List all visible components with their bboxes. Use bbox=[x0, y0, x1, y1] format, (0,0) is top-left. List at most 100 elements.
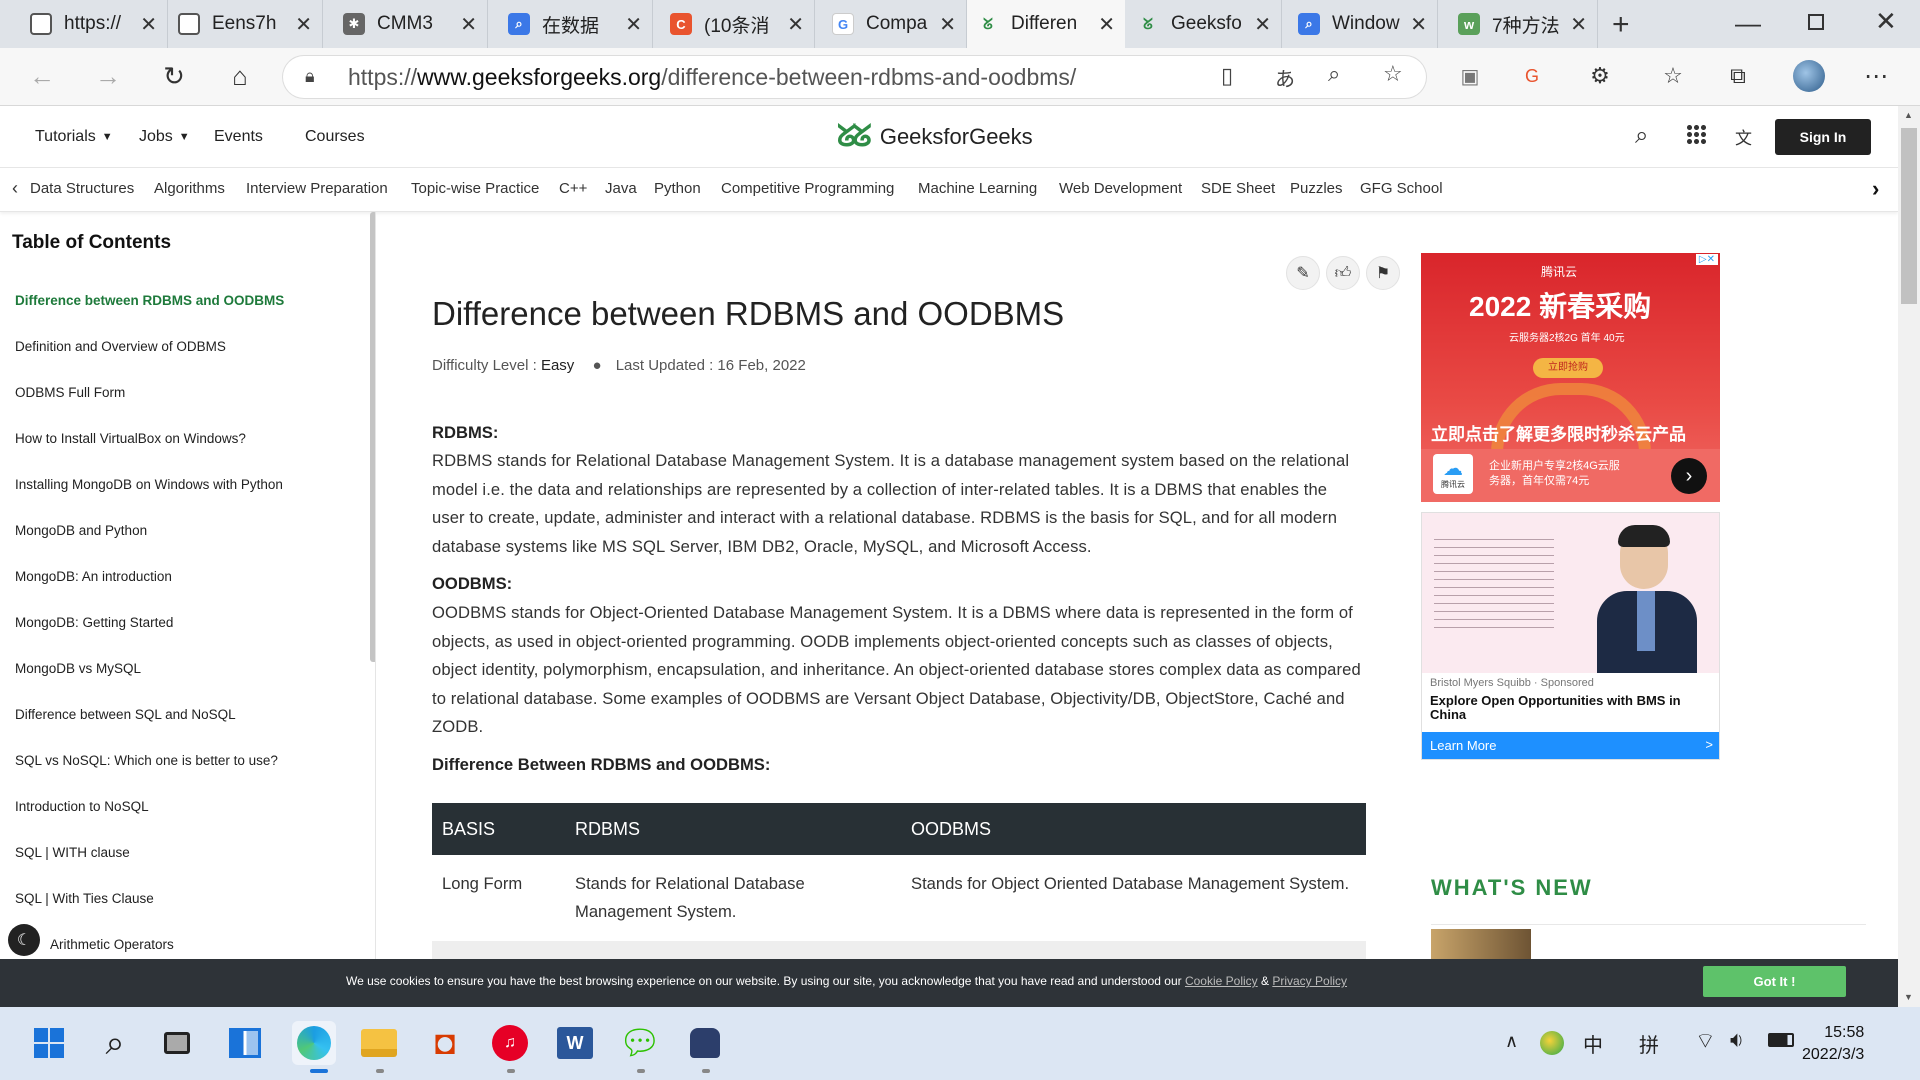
toc-item[interactable]: MongoDB and Python bbox=[15, 523, 147, 538]
system-clock[interactable]: 15:58 2022/3/3 bbox=[1802, 1022, 1864, 1066]
browser-tab[interactable]: w 7种方法 ✕ bbox=[1448, 0, 1598, 48]
close-tab-icon[interactable]: ✕ bbox=[939, 12, 956, 37]
browser-tab[interactable]: ⌕ 在数据 ✕ bbox=[498, 0, 653, 48]
category-link[interactable]: Machine Learning bbox=[918, 180, 1037, 197]
new-tab-icon[interactable]: + bbox=[1612, 8, 1630, 42]
edge-browser-icon[interactable] bbox=[292, 1021, 336, 1065]
translate-icon[interactable]: あ bbox=[1275, 63, 1295, 92]
volume-icon[interactable]: 🔉︎ bbox=[1730, 1027, 1744, 1053]
toc-item[interactable]: Introduction to NoSQL bbox=[15, 799, 149, 814]
menu-tutorials[interactable]: Tutorials ▼ bbox=[35, 128, 113, 146]
search-icon[interactable]: ⌕ bbox=[1635, 122, 1648, 150]
word-icon[interactable]: W bbox=[553, 1021, 597, 1065]
ad-learn-more-button[interactable]: Learn More > bbox=[1422, 732, 1719, 759]
zoom-icon[interactable]: ⌕ bbox=[1328, 61, 1340, 87]
ad-info-icon[interactable]: ▷✕ bbox=[1695, 254, 1718, 265]
browser-tab[interactable]: ⌕ Window ✕ bbox=[1288, 0, 1438, 48]
chevron-left-icon[interactable]: ‹ bbox=[12, 178, 18, 199]
category-link[interactable]: Interview Preparation bbox=[246, 180, 388, 197]
reload-icon[interactable]: ↻ bbox=[154, 56, 194, 96]
file-explorer-icon[interactable] bbox=[357, 1021, 401, 1065]
favorites-icon[interactable]: ☆ bbox=[1653, 56, 1693, 96]
home-icon[interactable]: ⌂ bbox=[220, 56, 260, 96]
toc-item[interactable]: Arithmetic Operators bbox=[50, 937, 174, 952]
close-window-icon[interactable]: ✕ bbox=[1875, 6, 1897, 37]
wifi-icon[interactable]: ⌔ bbox=[1695, 1027, 1716, 1055]
profile-avatar[interactable] bbox=[1789, 56, 1829, 96]
category-link[interactable]: GFG School bbox=[1360, 180, 1443, 197]
windows-start-icon[interactable] bbox=[27, 1021, 71, 1065]
search-icon[interactable]: ⌕ bbox=[93, 1021, 137, 1065]
toc-item-active[interactable]: Difference between RDBMS and OODBMS bbox=[15, 293, 284, 308]
dark-mode-toggle-icon[interactable]: ☾ bbox=[8, 924, 40, 956]
language-icon[interactable]: 文 bbox=[1735, 124, 1752, 149]
wechat-icon[interactable]: 💬︎ bbox=[618, 1021, 662, 1065]
like-icon[interactable]: 👍︎ bbox=[1326, 256, 1360, 290]
browser-tab-active[interactable]: ᘜ Differen ✕ bbox=[967, 0, 1125, 48]
toc-scrollbar[interactable] bbox=[370, 212, 375, 662]
menu-courses[interactable]: Courses bbox=[305, 128, 365, 146]
back-icon[interactable]: ← bbox=[22, 56, 62, 96]
more-menu-icon[interactable]: ⋯ bbox=[1856, 56, 1896, 96]
bookmark-icon[interactable]: ⚑ bbox=[1366, 256, 1400, 290]
privacy-policy-link[interactable]: Privacy Policy bbox=[1272, 974, 1347, 988]
close-tab-icon[interactable]: ✕ bbox=[625, 12, 642, 37]
category-link[interactable]: Web Development bbox=[1059, 180, 1182, 197]
chevron-right-icon[interactable]: › bbox=[1872, 176, 1879, 202]
toc-item[interactable]: SQL vs NoSQL: Which one is better to use… bbox=[15, 753, 278, 768]
whats-new-thumbnail[interactable] bbox=[1431, 929, 1531, 959]
arrow-right-icon[interactable]: › bbox=[1671, 458, 1707, 494]
category-link[interactable]: Java bbox=[605, 180, 637, 197]
close-tab-icon[interactable]: ✕ bbox=[460, 12, 477, 37]
minimize-icon[interactable]: — bbox=[1735, 8, 1761, 39]
category-link[interactable]: Topic-wise Practice bbox=[411, 180, 539, 197]
menu-events[interactable]: Events bbox=[214, 128, 263, 146]
category-link[interactable]: Python bbox=[654, 180, 701, 197]
apps-grid-icon[interactable] bbox=[1686, 124, 1706, 144]
close-tab-icon[interactable]: ✕ bbox=[787, 12, 804, 37]
toc-item[interactable]: SQL | With Ties Clause bbox=[15, 891, 154, 906]
sign-in-button[interactable]: Sign In bbox=[1775, 119, 1871, 155]
advertisement-bms[interactable]: ▷ Bristol Myers Squibb · Sponsored Explo… bbox=[1421, 512, 1720, 760]
netease-music-icon[interactable]: ♫ bbox=[488, 1021, 532, 1065]
scroll-up-icon[interactable]: ▲ bbox=[1904, 110, 1913, 120]
lock-icon[interactable]: 🔒︎ bbox=[305, 66, 315, 87]
scroll-down-icon[interactable]: ▼ bbox=[1904, 992, 1913, 1002]
restore-icon[interactable] bbox=[1808, 14, 1824, 30]
edit-icon[interactable]: ✎ bbox=[1286, 256, 1320, 290]
toc-item[interactable]: How to Install VirtualBox on Windows? bbox=[15, 431, 246, 446]
toc-item[interactable]: Installing MongoDB on Windows with Pytho… bbox=[15, 477, 283, 492]
office-icon[interactable]: ◘ bbox=[423, 1021, 467, 1065]
browser-tab[interactable]: Eens7h ✕ bbox=[168, 0, 323, 48]
category-link[interactable]: Data Structures bbox=[30, 180, 134, 197]
browser-tab[interactable]: C (10条消 ✕ bbox=[660, 0, 815, 48]
browser-tab[interactable]: ✱ CMM3 ✕ bbox=[333, 0, 488, 48]
browser-tab[interactable]: ᘜ Geeksfo ✕ bbox=[1127, 0, 1282, 48]
forward-icon[interactable]: → bbox=[88, 56, 128, 96]
close-tab-icon[interactable]: ✕ bbox=[1570, 12, 1587, 37]
site-logo[interactable]: ᘜᘜ GeeksforGeeks bbox=[837, 120, 1033, 154]
accept-cookies-button[interactable]: Got It ! bbox=[1703, 966, 1846, 997]
category-link[interactable]: SDE Sheet bbox=[1201, 180, 1275, 197]
category-link[interactable]: C++ bbox=[559, 180, 587, 197]
ad-buy-button[interactable]: 立即抢购 bbox=[1533, 358, 1603, 378]
extensions-icon[interactable]: ⚙ bbox=[1580, 56, 1620, 96]
advertisement-tencent-cloud[interactable]: ▷✕ 腾讯云 2022 新春采购 云服务器2核2G 首年 40元 立即抢购 立即… bbox=[1421, 253, 1720, 502]
close-tab-icon[interactable]: ✕ bbox=[295, 12, 312, 37]
tray-app-icon[interactable] bbox=[1540, 1031, 1564, 1055]
toc-item[interactable]: Definition and Overview of ODBMS bbox=[15, 339, 226, 354]
widgets-icon[interactable] bbox=[223, 1021, 267, 1065]
toc-item[interactable]: MongoDB: An introduction bbox=[15, 569, 172, 584]
difficulty-value[interactable]: Easy bbox=[541, 357, 574, 374]
toc-item[interactable]: ODBMS Full Form bbox=[15, 385, 125, 400]
collections-button-icon[interactable]: ⧉ bbox=[1718, 56, 1758, 96]
category-link[interactable]: Puzzles bbox=[1290, 180, 1343, 197]
category-link[interactable]: Algorithms bbox=[154, 180, 225, 197]
close-tab-icon[interactable]: ✕ bbox=[140, 12, 157, 37]
toc-item[interactable]: MongoDB: Getting Started bbox=[15, 615, 173, 630]
category-link[interactable]: Competitive Programming bbox=[721, 180, 894, 197]
battery-icon[interactable] bbox=[1768, 1033, 1794, 1047]
add-favorite-icon[interactable]: ☆ bbox=[1383, 61, 1403, 87]
page-scroll-thumb[interactable] bbox=[1901, 128, 1917, 304]
browser-tab[interactable]: https:// ✕ bbox=[20, 0, 168, 48]
